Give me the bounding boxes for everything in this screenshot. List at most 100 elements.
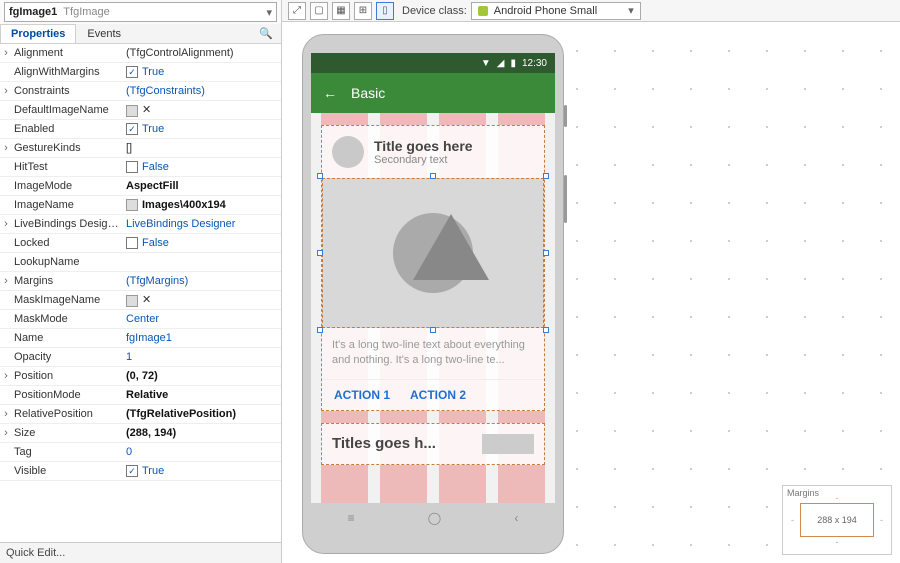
property-value[interactable]: ✓False (120, 161, 281, 174)
nav-back-icon[interactable]: ‹ (514, 511, 518, 525)
property-value[interactable]: ✓True (120, 123, 281, 136)
checkbox-icon[interactable]: ✓ (126, 66, 138, 78)
property-row[interactable]: ›RelativePosition(TfgRelativePosition) (0, 405, 281, 424)
toolbar-btn-2[interactable]: ▢ (310, 2, 328, 20)
device-class-combo[interactable]: Android Phone Small ▾ (471, 2, 641, 20)
property-row[interactable]: ›Constraints(TfgConstraints) (0, 82, 281, 101)
property-row[interactable]: ImageModeAspectFill (0, 177, 281, 196)
property-value[interactable]: (TfgRelativePosition) (120, 408, 281, 420)
card-subtitle: Secondary text (374, 154, 473, 166)
property-value[interactable]: Relative (120, 389, 281, 401)
toolbar-btn-4[interactable]: ⊞ (354, 2, 372, 20)
property-value[interactable]: (TfgConstraints) (120, 85, 281, 97)
property-value[interactable]: ✓False (120, 237, 281, 250)
property-row[interactable]: MaskModeCenter (0, 310, 281, 329)
toolbar-btn-device[interactable]: ▯ (376, 2, 394, 20)
property-grid[interactable]: ›Alignment(TfgControlAlignment)AlignWith… (0, 44, 281, 542)
property-value[interactable]: LiveBindings Designer (120, 218, 281, 230)
image-swatch-icon (126, 105, 138, 117)
property-row[interactable]: MaskImageName✕ (0, 291, 281, 310)
property-row[interactable]: Locked✓False (0, 234, 281, 253)
property-value[interactable]: (0, 72) (120, 370, 281, 382)
appbar-title: Basic (351, 85, 385, 101)
property-value[interactable]: ✓True (120, 465, 281, 478)
card-action-2[interactable]: ACTION 2 (410, 388, 466, 402)
nav-recent-icon[interactable]: ≡ (348, 511, 355, 525)
property-row[interactable]: Enabled✓True (0, 120, 281, 139)
property-value[interactable]: [] (120, 142, 281, 154)
property-value[interactable]: (TfgMargins) (120, 275, 281, 287)
property-row[interactable]: ›LiveBindings DesignerLiveBindings Desig… (0, 215, 281, 234)
property-row[interactable]: ›Margins(TfgMargins) (0, 272, 281, 291)
property-row[interactable]: DefaultImageName✕ (0, 101, 281, 120)
checkbox-icon[interactable]: ✓ (126, 465, 138, 477)
search-icon[interactable]: 🔍 (251, 24, 281, 43)
expand-toggle[interactable]: › (0, 142, 12, 154)
card2-title: Titles goes h... (332, 435, 472, 452)
signal-icon: ◢ (497, 58, 505, 69)
expand-toggle[interactable]: › (0, 218, 12, 230)
property-value[interactable]: Images\400x194 (120, 199, 281, 211)
card-1[interactable]: Title goes here Secondary text (321, 125, 545, 411)
property-row[interactable]: ›Position(0, 72) (0, 367, 281, 386)
checkbox-icon[interactable]: ✓ (126, 237, 138, 249)
card-2[interactable]: Titles goes h... (321, 423, 545, 465)
property-value[interactable]: (TfgControlAlignment) (120, 47, 281, 59)
property-row[interactable]: ›GestureKinds[] (0, 139, 281, 158)
expand-toggle[interactable]: › (0, 427, 12, 439)
property-row[interactable]: AlignWithMargins✓True (0, 63, 281, 82)
selected-image[interactable] (322, 178, 544, 328)
tab-events[interactable]: Events (76, 24, 132, 43)
property-value[interactable]: fgImage1 (120, 332, 281, 344)
property-row[interactable]: Visible✓True (0, 462, 281, 481)
expand-toggle[interactable]: › (0, 370, 12, 382)
chevron-down-icon: ▾ (266, 6, 272, 19)
property-row[interactable]: ImageNameImages\400x194 (0, 196, 281, 215)
property-row[interactable]: PositionModeRelative (0, 386, 281, 405)
property-name: LiveBindings Designer (12, 218, 120, 230)
expand-toggle[interactable]: › (0, 47, 12, 59)
property-value[interactable]: AspectFill (120, 180, 281, 192)
checkbox-icon[interactable]: ✓ (126, 161, 138, 173)
placeholder-triangle-icon (413, 214, 489, 280)
object-selector[interactable]: fgImage1 TfgImage ▾ (4, 2, 277, 22)
tab-properties[interactable]: Properties (0, 24, 76, 43)
design-canvas[interactable]: ▼ ◢ ▮ 12:30 ← Basic (282, 22, 900, 563)
margin-left-value: - (791, 515, 794, 525)
back-arrow-icon[interactable]: ← (323, 85, 337, 101)
property-name: Margins (12, 275, 120, 287)
device-side-button (564, 105, 567, 127)
property-name: Size (12, 427, 120, 439)
card-actions: ACTION 1 ACTION 2 (322, 379, 544, 410)
property-row[interactable]: ›Size(288, 194) (0, 424, 281, 443)
property-name: MaskImageName (12, 294, 120, 306)
device-frame: ▼ ◢ ▮ 12:30 ← Basic (302, 34, 564, 554)
property-value[interactable]: ✕ (120, 293, 281, 306)
margins-overlay[interactable]: Margins - - 288 x 194 - - (782, 485, 892, 555)
property-value[interactable]: 0 (120, 446, 281, 458)
expand-toggle[interactable]: › (0, 85, 12, 97)
expand-toggle[interactable]: › (0, 408, 12, 420)
property-value[interactable]: (288, 194) (120, 427, 281, 439)
property-value[interactable]: ✓True (120, 66, 281, 79)
property-value[interactable]: 1 (120, 351, 281, 363)
property-row[interactable]: Opacity1 (0, 348, 281, 367)
object-inspector: fgImage1 TfgImage ▾ Properties Events 🔍 … (0, 0, 282, 563)
designer-toolbar: ⤢ ▢ ▦ ⊞ ▯ Device class: Android Phone Sm… (282, 0, 900, 22)
property-row[interactable]: NamefgImage1 (0, 329, 281, 348)
checkbox-icon[interactable]: ✓ (126, 123, 138, 135)
property-row[interactable]: Tag0 (0, 443, 281, 462)
property-value[interactable]: Center (120, 313, 281, 325)
property-row[interactable]: LookupName (0, 253, 281, 272)
toolbar-btn-3[interactable]: ▦ (332, 2, 350, 20)
card-action-1[interactable]: ACTION 1 (334, 388, 390, 402)
card-title: Title goes here (374, 138, 473, 154)
property-row[interactable]: ›Alignment(TfgControlAlignment) (0, 44, 281, 63)
nav-home-icon[interactable]: ◯ (428, 511, 441, 525)
property-row[interactable]: HitTest✓False (0, 158, 281, 177)
property-value[interactable]: ✕ (120, 103, 281, 116)
toolbar-btn-1[interactable]: ⤢ (288, 2, 306, 20)
quick-edit-link[interactable]: Quick Edit... (0, 542, 281, 563)
device-screen[interactable]: ▼ ◢ ▮ 12:30 ← Basic (311, 53, 555, 503)
expand-toggle[interactable]: › (0, 275, 12, 287)
